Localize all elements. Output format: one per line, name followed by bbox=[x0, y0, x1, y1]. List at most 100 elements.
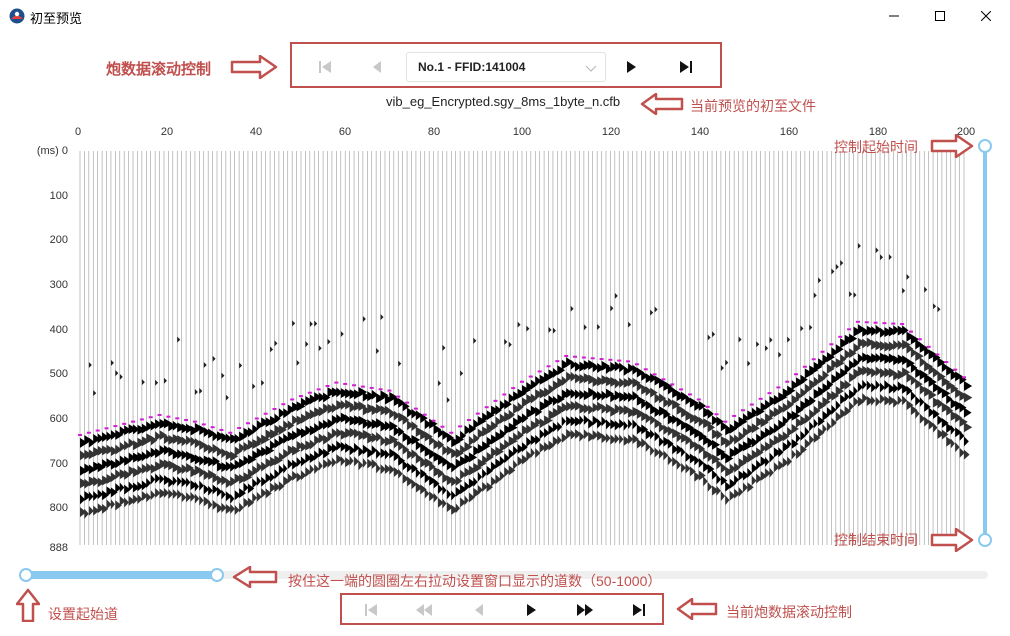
wiggle-lobe bbox=[738, 487, 744, 498]
first-break-pick bbox=[634, 363, 639, 366]
wiggle-noise bbox=[504, 338, 508, 345]
chevron-down-icon bbox=[585, 65, 597, 72]
wiggle-lobe bbox=[964, 436, 969, 447]
wiggle-noise bbox=[813, 292, 817, 299]
first-break-pick bbox=[917, 338, 922, 341]
wiggle-lobe bbox=[252, 492, 258, 503]
first-break-pick bbox=[944, 361, 949, 364]
end-time-knob[interactable] bbox=[978, 533, 992, 547]
wiggle-lobe bbox=[451, 490, 456, 501]
first-break-pick bbox=[555, 360, 560, 363]
first-break-pick bbox=[290, 398, 295, 401]
wiggle-lobe bbox=[230, 503, 235, 514]
minimize-icon bbox=[889, 15, 899, 17]
shot-select[interactable]: No.1 - FFID:141004 bbox=[406, 52, 606, 82]
wiggle-lobe bbox=[791, 449, 797, 460]
wiggle-noise bbox=[225, 394, 229, 401]
wiggle-lobe bbox=[919, 396, 925, 407]
wiggle-lobe bbox=[822, 423, 827, 434]
next-shot-button[interactable] bbox=[620, 56, 642, 78]
wiggle-noise bbox=[177, 336, 181, 343]
first-break-pick bbox=[272, 407, 277, 410]
wiggle-lobe bbox=[650, 429, 655, 440]
first-break-pick bbox=[767, 392, 772, 395]
window-title: 初至预览 bbox=[30, 11, 83, 26]
wiggle-lobe bbox=[964, 422, 973, 433]
first-break-pick bbox=[458, 425, 463, 428]
last-trace-button[interactable] bbox=[630, 601, 648, 619]
wiggle-noise bbox=[875, 247, 879, 254]
wiggle-noise bbox=[270, 346, 274, 353]
wiggle-lobe bbox=[933, 422, 938, 433]
wiggle-lobe bbox=[186, 477, 191, 488]
first-break-file-name: vib_eg_Encrypted.sgy_8ms_1byte_n.cfb bbox=[386, 94, 621, 109]
wiggle-noise bbox=[438, 380, 442, 387]
prev-shot-button[interactable] bbox=[366, 56, 388, 78]
wiggle-lobe bbox=[809, 434, 815, 445]
wiggle-lobe bbox=[314, 463, 320, 474]
trace-window-knob[interactable] bbox=[210, 568, 224, 582]
close-icon bbox=[981, 11, 991, 21]
trace-range-slider[interactable] bbox=[24, 571, 218, 579]
wiggle-lobe bbox=[446, 489, 452, 500]
wiggle-lobe bbox=[765, 456, 770, 467]
first-break-pick bbox=[847, 328, 852, 331]
time-range-slider[interactable] bbox=[983, 146, 987, 540]
wiggle-noise bbox=[203, 362, 207, 369]
wiggle-lobe bbox=[950, 438, 955, 449]
wiggle-lobe bbox=[150, 490, 156, 501]
wiggle-noise bbox=[778, 351, 782, 358]
first-break-pick bbox=[95, 429, 100, 432]
minimize-button[interactable] bbox=[871, 0, 917, 32]
wiggle-noise bbox=[738, 336, 742, 343]
first-break-pick bbox=[413, 407, 418, 410]
seismic-wiggle-plot[interactable] bbox=[0, 120, 975, 550]
wiggle-lobe bbox=[716, 485, 721, 496]
wiggle-lobe bbox=[725, 495, 730, 506]
app-icon bbox=[9, 8, 25, 24]
wiggle-lobe bbox=[239, 502, 244, 513]
wiggle-lobe bbox=[84, 508, 89, 519]
wiggle-lobe bbox=[681, 447, 686, 458]
first-break-pick bbox=[422, 413, 427, 416]
wiggle-lobe bbox=[172, 476, 178, 487]
first-break-pick bbox=[493, 399, 498, 402]
wiggle-noise bbox=[800, 325, 804, 332]
first-break-pick bbox=[316, 388, 321, 391]
first-break-pick bbox=[741, 409, 745, 412]
skip-first-icon bbox=[319, 61, 331, 73]
wiggle-noise bbox=[110, 359, 114, 366]
wiggle-lobe bbox=[928, 389, 937, 400]
wiggle-noise bbox=[380, 314, 384, 321]
close-button[interactable] bbox=[963, 0, 1009, 32]
first-break-pick bbox=[237, 426, 242, 429]
fast-forward-button[interactable] bbox=[576, 601, 594, 619]
first-break-pick bbox=[626, 360, 631, 363]
wiggle-noise bbox=[857, 242, 861, 249]
arrow-left-icon bbox=[640, 93, 684, 115]
wiggle-noise bbox=[327, 338, 331, 345]
wiggle-noise bbox=[305, 341, 309, 348]
fast-back-button[interactable] bbox=[415, 601, 433, 619]
first-break-pick bbox=[962, 376, 966, 379]
first-trace-button[interactable] bbox=[362, 601, 380, 619]
prev-trace-button[interactable] bbox=[470, 601, 488, 619]
maximize-button[interactable] bbox=[917, 0, 963, 32]
start-trace-knob[interactable] bbox=[19, 568, 33, 582]
first-break-pick bbox=[820, 350, 825, 353]
wiggle-noise bbox=[340, 330, 344, 337]
annotation-start-time: 控制起始时间 bbox=[834, 139, 918, 155]
start-time-knob[interactable] bbox=[978, 139, 992, 153]
first-break-pick bbox=[864, 321, 869, 324]
first-break-pick bbox=[794, 373, 799, 376]
last-shot-button[interactable] bbox=[675, 56, 697, 78]
wiggle-noise bbox=[835, 263, 839, 270]
wiggle-noise bbox=[199, 387, 203, 394]
first-break-pick bbox=[785, 380, 790, 383]
next-trace-button[interactable] bbox=[522, 601, 540, 619]
first-shot-button[interactable] bbox=[314, 56, 336, 78]
wiggle-lobe bbox=[482, 468, 487, 479]
first-break-pick bbox=[590, 357, 595, 360]
wiggle-lobe bbox=[199, 480, 204, 491]
wiggle-lobe bbox=[146, 477, 151, 488]
